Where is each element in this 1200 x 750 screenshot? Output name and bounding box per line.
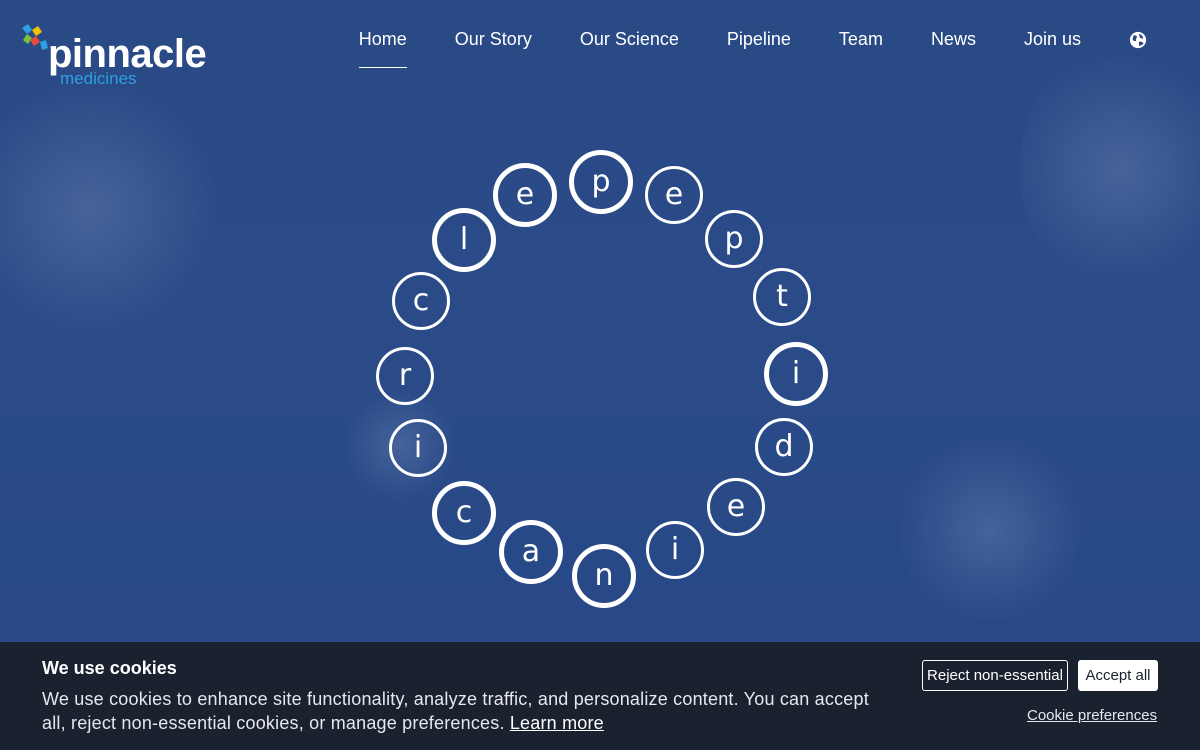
letter-bubble: i (389, 419, 447, 477)
cookie-preferences-link[interactable]: Cookie preferences (1027, 707, 1157, 724)
letter-bubble: r (376, 347, 434, 405)
accept-all-button[interactable]: Accept all (1078, 660, 1158, 691)
letter-bubble: e (645, 166, 703, 224)
reject-non-essential-button[interactable]: Reject non-essential (922, 660, 1068, 691)
letter-bubble: t (753, 268, 811, 326)
cookie-banner: We use cookies We use cookies to enhance… (0, 642, 1200, 750)
letter-bubble: p (569, 150, 633, 214)
letter-bubble: a (499, 520, 563, 584)
letter-bubble: e (493, 163, 557, 227)
letter-bubble: i (764, 342, 828, 406)
cookie-body-text: We use cookies to enhance site functiona… (42, 689, 869, 733)
letter-bubble: i (646, 521, 704, 579)
learn-more-link[interactable]: Learn more (510, 713, 604, 733)
cookie-title: We use cookies (42, 658, 177, 678)
letter-bubble: p (705, 210, 763, 268)
cookie-description: We use cookies to enhance site functiona… (42, 687, 872, 735)
letter-bubble: e (707, 478, 765, 536)
letter-bubble: c (432, 481, 496, 545)
peptide-circle-graphic: p e p t i d e i n a c i r c l e (0, 0, 1200, 750)
letter-bubble: c (392, 272, 450, 330)
letter-bubble: n (572, 544, 636, 608)
letter-bubble: l (432, 208, 496, 272)
letter-bubble: d (755, 418, 813, 476)
